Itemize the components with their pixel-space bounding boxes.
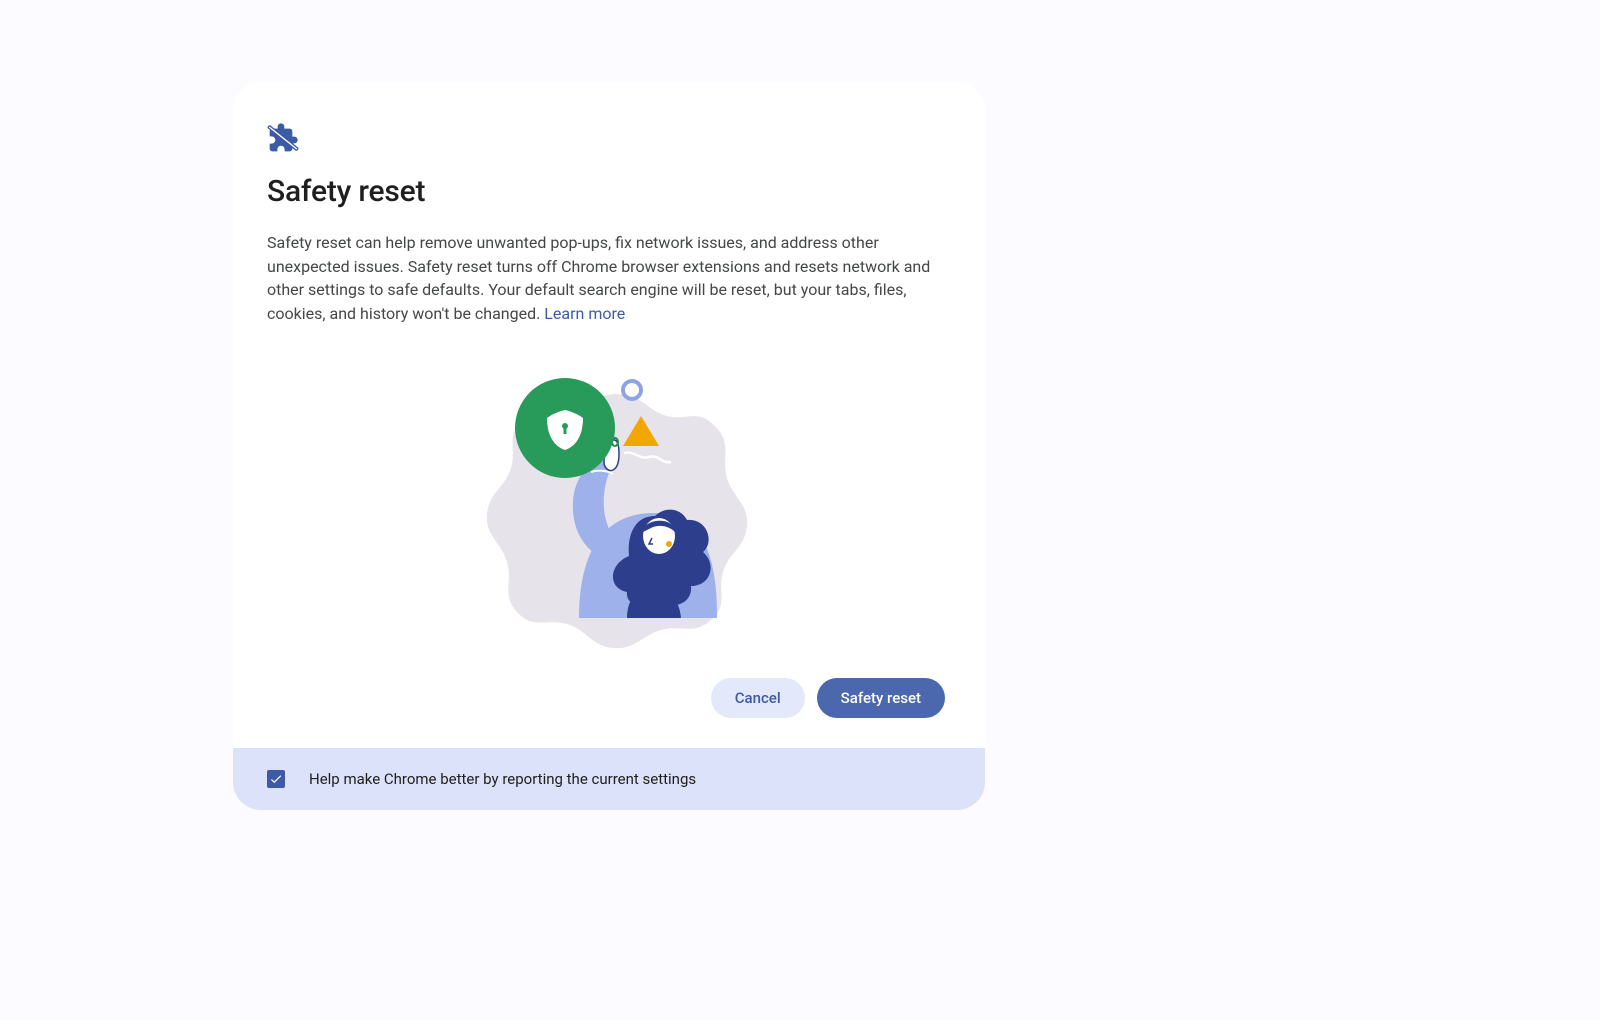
- dialog-description: Safety reset can help remove unwanted po…: [267, 231, 947, 326]
- report-settings-footer: Help make Chrome better by reporting the…: [233, 748, 985, 810]
- cancel-button[interactable]: Cancel: [711, 678, 805, 718]
- learn-more-link[interactable]: Learn more: [544, 304, 625, 323]
- dialog-title: Safety reset: [267, 174, 951, 209]
- dialog-button-row: Cancel Safety reset: [267, 678, 951, 718]
- report-settings-label: Help make Chrome better by reporting the…: [309, 770, 696, 788]
- safety-reset-button[interactable]: Safety reset: [817, 678, 945, 718]
- checkmark-icon: [269, 772, 283, 786]
- dialog-main-content: Safety reset Safety reset can help remov…: [233, 82, 985, 748]
- safety-illustration: [267, 356, 951, 678]
- safety-reset-dialog: Safety reset Safety reset can help remov…: [233, 82, 985, 810]
- report-settings-checkbox[interactable]: [267, 770, 285, 788]
- extension-off-icon: [267, 122, 299, 154]
